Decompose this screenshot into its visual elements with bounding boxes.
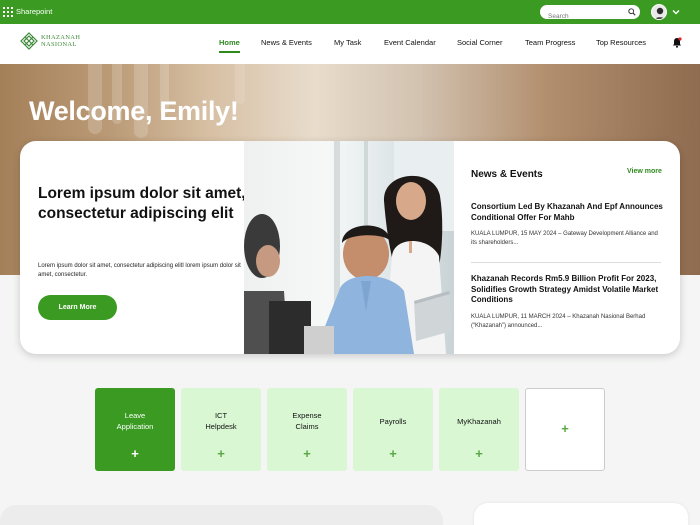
nav-social-corner[interactable]: Social Corner — [457, 38, 502, 47]
bell-icon[interactable] — [672, 37, 682, 48]
tile-label-line1: ICT — [214, 411, 228, 420]
tile-label: Payrolls — [379, 417, 407, 426]
tile-label-line1: Leave — [124, 411, 146, 420]
news-item-headline[interactable]: Consortium Led By Khazanah And Epf Annou… — [471, 202, 666, 223]
user-avatar-icon — [654, 7, 666, 19]
news-divider — [471, 262, 661, 263]
quick-link-expense-claims[interactable]: Expense Claims + — [267, 388, 347, 471]
news-item-summary: KUALA LUMPUR, 15 MAY 2024 – Gateway Deve… — [471, 231, 658, 246]
avatar[interactable] — [651, 4, 667, 20]
add-quick-link-tile[interactable]: + — [525, 388, 605, 471]
feature-body: Lorem ipsum dolor sit amet, consectetur … — [38, 263, 241, 278]
logo-line-2: NASIONAL — [41, 41, 77, 48]
feature-card: Lorem ipsum dolor sit amet, consectetur … — [20, 141, 680, 354]
plus-icon[interactable]: + — [526, 422, 604, 435]
plus-icon[interactable]: + — [95, 447, 175, 460]
office-team-illustration — [244, 141, 454, 354]
tile-label: Expense Claims — [267, 411, 347, 432]
feature-photo — [244, 141, 454, 354]
tile-label-line2: Helpdesk — [205, 421, 237, 431]
quick-link-payrolls[interactable]: Payrolls + — [353, 388, 433, 471]
news-heading: News & Events — [471, 169, 543, 180]
main-nav: KHAZANAH NASIONAL Home News & Events My … — [0, 24, 700, 64]
khazanah-logo-icon — [20, 32, 38, 50]
plus-icon[interactable]: + — [181, 447, 261, 460]
app-name[interactable]: Sharepoint — [16, 7, 52, 16]
nav-top-resources[interactable]: Top Resources — [596, 38, 646, 47]
tile-label: Leave Application — [95, 411, 175, 432]
nav-active-indicator — [219, 51, 240, 53]
logo-line-1: KHAZANAH — [41, 34, 81, 41]
plus-icon[interactable]: + — [439, 447, 519, 460]
search-input[interactable] — [540, 9, 620, 24]
search-icon[interactable] — [628, 8, 636, 16]
nav-team-progress[interactable]: Team Progress — [525, 38, 575, 47]
quick-link-mykhazanah[interactable]: MyKhazanah + — [439, 388, 519, 471]
search-box[interactable] — [540, 5, 640, 24]
news-item-summary: KUALA LUMPUR, 11 MARCH 2024 – Khazanah N… — [471, 314, 646, 329]
tile-label-line1: Expense — [292, 411, 322, 420]
nav-news-events[interactable]: News & Events — [261, 38, 312, 47]
tile-label-line2: Claims — [295, 421, 319, 431]
tile-label-line2: Application — [116, 421, 154, 431]
nav-event-calendar[interactable]: Event Calendar — [384, 38, 436, 47]
nav-home[interactable]: Home — [219, 38, 240, 47]
bottom-section-card — [0, 505, 443, 525]
app-launcher-icon[interactable] — [3, 7, 13, 17]
news-item-headline[interactable]: Khazanah Records Rm5.9 Billion Profit Fo… — [471, 274, 666, 306]
chevron-down-icon[interactable] — [671, 7, 681, 17]
nav-my-task[interactable]: My Task — [334, 38, 361, 47]
quick-link-leave-application[interactable]: Leave Application + — [95, 388, 175, 471]
quick-link-ict-helpdesk[interactable]: ICT Helpdesk + — [181, 388, 261, 471]
bottom-side-card — [474, 503, 688, 525]
tile-label: ICT Helpdesk — [181, 411, 261, 432]
view-more-link[interactable]: View more — [627, 168, 662, 175]
welcome-heading: Welcome, Emily! — [29, 96, 239, 126]
feature-title: Lorem ipsum dolor sit amet, consectetur … — [38, 185, 246, 222]
logo-text: KHAZANAH NASIONAL — [41, 34, 80, 48]
tile-label: MyKhazanah — [457, 417, 501, 426]
learn-more-button[interactable]: Learn More — [38, 295, 117, 320]
news-panel: News & Events View more Consortium Led B… — [454, 141, 680, 354]
plus-icon[interactable]: + — [267, 447, 347, 460]
suite-bar: Sharepoint — [0, 0, 700, 24]
logo[interactable]: KHAZANAH NASIONAL — [20, 32, 80, 50]
plus-icon[interactable]: + — [353, 447, 433, 460]
